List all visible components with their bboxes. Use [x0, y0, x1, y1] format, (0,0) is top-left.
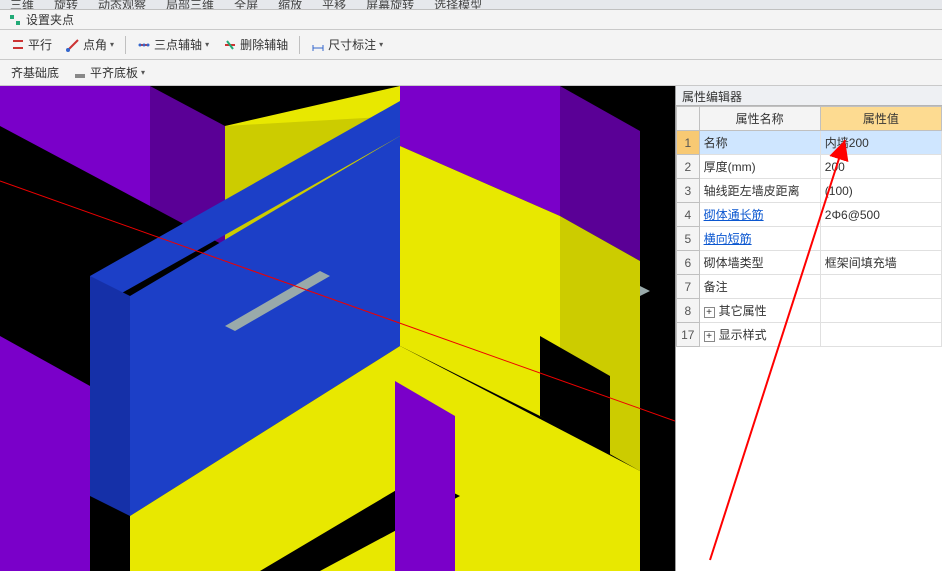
- three-point-aux-button[interactable]: 三点辅轴 ▾: [132, 34, 214, 55]
- grip-icon: [8, 13, 22, 27]
- dropdown-arrow-icon[interactable]: ▾: [110, 40, 114, 49]
- property-name-cell: 备注: [699, 275, 820, 299]
- property-row[interactable]: 2厚度(mm)200: [677, 155, 942, 179]
- point-angle-button[interactable]: 点角 ▾: [61, 34, 119, 55]
- property-name-cell: 轴线距左墙皮距离: [699, 179, 820, 203]
- property-value-cell[interactable]: [820, 299, 941, 323]
- align-toolbar: 齐基础底 平齐底板 ▾: [0, 60, 942, 86]
- row-number: 5: [677, 227, 700, 251]
- property-value-cell[interactable]: [820, 227, 941, 251]
- rownum-header: [677, 107, 700, 131]
- row-number: 2: [677, 155, 700, 179]
- top-menu-strip: 三维 旋转 动态观察 局部三维 全屏 缩放 平移 屏幕旋转 选择模型: [0, 0, 942, 10]
- 3d-model-canvas: [0, 86, 675, 571]
- property-editor-panel: 属性编辑器 属性名称 属性值 1名称内墙2002厚度(mm)2003轴线距左墙皮…: [675, 86, 942, 571]
- property-name-cell: +显示样式: [699, 323, 820, 347]
- property-name-cell[interactable]: 砌体通长筋: [699, 203, 820, 227]
- value-header[interactable]: 属性值: [820, 107, 941, 131]
- expand-icon[interactable]: +: [704, 331, 715, 342]
- property-name-cell: 厚度(mm): [699, 155, 820, 179]
- dimension-icon: [311, 38, 325, 52]
- panel-title: 属性编辑器: [676, 86, 942, 106]
- toolbar-separator: [125, 36, 126, 54]
- sub-toolbar: 设置夹点: [0, 10, 942, 30]
- name-header[interactable]: 属性名称: [699, 107, 820, 131]
- three-point-icon: [137, 38, 151, 52]
- property-row[interactable]: 5横向短筋: [677, 227, 942, 251]
- delete-aux-button[interactable]: 删除辅轴: [218, 34, 293, 55]
- parallel-button[interactable]: 平行: [6, 34, 57, 55]
- set-grip-item[interactable]: 设置夹点: [8, 11, 74, 28]
- row-number: 17: [677, 323, 700, 347]
- property-row[interactable]: 7备注: [677, 275, 942, 299]
- toolbar-separator: [299, 36, 300, 54]
- property-name-cell: 砌体墙类型: [699, 251, 820, 275]
- row-number: 6: [677, 251, 700, 275]
- dropdown-arrow-icon[interactable]: ▾: [205, 40, 209, 49]
- row-number: 4: [677, 203, 700, 227]
- property-grid[interactable]: 属性名称 属性值 1名称内墙2002厚度(mm)2003轴线距左墙皮距离(100…: [676, 106, 942, 347]
- align-icon: [73, 66, 87, 80]
- property-value-cell[interactable]: 200: [820, 155, 941, 179]
- property-value-cell[interactable]: 框架间填充墙: [820, 251, 941, 275]
- property-name-cell: +其它属性: [699, 299, 820, 323]
- property-value-cell[interactable]: [820, 323, 941, 347]
- property-row[interactable]: 17+显示样式: [677, 323, 942, 347]
- delete-aux-icon: [223, 38, 237, 52]
- property-row[interactable]: 1名称内墙200: [677, 131, 942, 155]
- dropdown-arrow-icon[interactable]: ▾: [379, 40, 383, 49]
- property-row[interactable]: 4砌体通长筋2Φ6@500: [677, 203, 942, 227]
- row-number: 3: [677, 179, 700, 203]
- point-angle-icon: [66, 38, 80, 52]
- dimension-button[interactable]: 尺寸标注 ▾: [306, 34, 388, 55]
- property-name-cell: 名称: [699, 131, 820, 155]
- aux-axis-toolbar: 平行 点角 ▾ 三点辅轴 ▾ 删除辅轴 尺寸标注 ▾: [0, 30, 942, 60]
- align-foundation-button[interactable]: 齐基础底: [6, 62, 64, 83]
- property-value-cell[interactable]: [820, 275, 941, 299]
- 3d-viewport[interactable]: [0, 86, 675, 571]
- expand-icon[interactable]: +: [704, 307, 715, 318]
- property-row[interactable]: 6砌体墙类型框架间填充墙: [677, 251, 942, 275]
- property-value-cell[interactable]: 2Φ6@500: [820, 203, 941, 227]
- dropdown-arrow-icon[interactable]: ▾: [141, 68, 145, 77]
- parallel-icon: [11, 38, 25, 52]
- property-value-cell[interactable]: 内墙200: [820, 131, 941, 155]
- row-number: 7: [677, 275, 700, 299]
- property-row[interactable]: 8+其它属性: [677, 299, 942, 323]
- property-value-cell[interactable]: (100): [820, 179, 941, 203]
- property-row[interactable]: 3轴线距左墙皮距离(100): [677, 179, 942, 203]
- row-number: 1: [677, 131, 700, 155]
- align-floor-button[interactable]: 平齐底板 ▾: [68, 62, 150, 83]
- property-name-cell[interactable]: 横向短筋: [699, 227, 820, 251]
- row-number: 8: [677, 299, 700, 323]
